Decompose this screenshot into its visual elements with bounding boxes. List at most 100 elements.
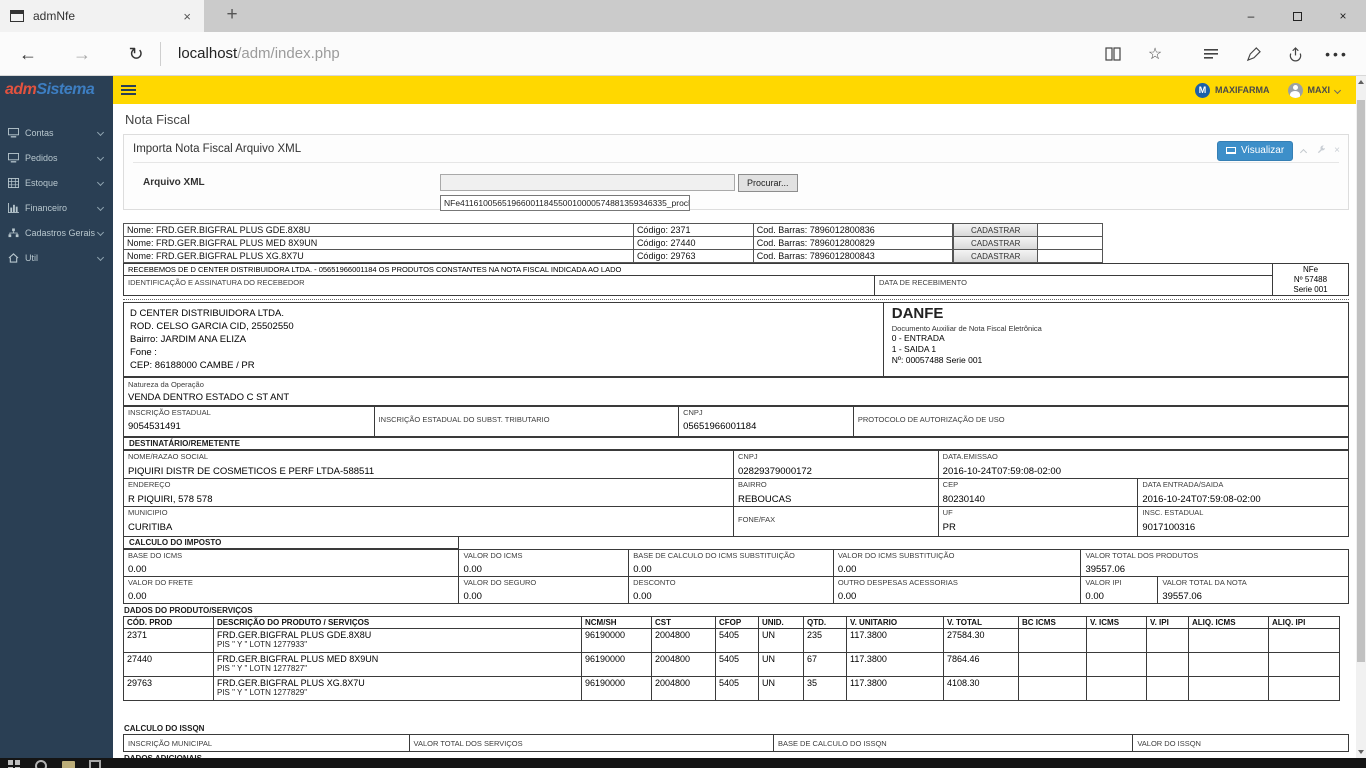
- dest-emissao-cell: DATA.EMISSAO 2016-10-24T07:59:08-02:00: [937, 451, 1348, 478]
- new-tab-button[interactable]: +: [212, 0, 252, 32]
- dest-municipio-cell: MUNICIPIO CURITIBA: [124, 507, 733, 536]
- more-options-icon[interactable]: •••: [1316, 32, 1358, 76]
- cnpj-cell: CNPJ 05651966001184: [678, 407, 853, 436]
- outras-despesas-cell: OUTRO DESPESAS ACESSORIAS 0.00: [832, 577, 1081, 603]
- addressbar-actions: ☆ •••: [1092, 32, 1358, 76]
- total-produtos-cell: VALOR TOTAL DOS PRODUTOS 39557.06: [1080, 550, 1348, 576]
- produto-vtotal: 7864.46: [943, 652, 1019, 677]
- cadastro-codigo: Código: 2371: [632, 224, 753, 236]
- cadastro-barras: Cod. Barras: 7896012800836: [752, 224, 953, 236]
- produto-cst: 2004800: [651, 628, 716, 653]
- file-explorer-icon[interactable]: [62, 760, 75, 768]
- topbar-right: M MAXIFARMA MAXI: [1195, 82, 1343, 98]
- url-field[interactable]: localhost/adm/index.php: [178, 32, 878, 76]
- web-note-icon[interactable]: [1232, 32, 1274, 76]
- scrollbar-thumb[interactable]: [1357, 100, 1365, 662]
- visualizar-button[interactable]: Visualizar: [1216, 141, 1294, 161]
- ie-subst-cell: INSCRIÇÃO ESTADUAL DO SUBST. TRIBUTARIO: [373, 407, 679, 436]
- dest-fone-cell: FONE/FAX: [732, 507, 938, 536]
- cadastro-nome: Nome: FRD.GER.BIGFRAL PLUS GDE.8X8U: [127, 225, 311, 235]
- base-icms-label: BASE DO ICMS: [128, 551, 183, 560]
- close-panel-icon[interactable]: ×: [1334, 146, 1340, 156]
- valor-ipi-cell: VALOR IPI 0.00: [1080, 577, 1157, 603]
- nfe-number-box: NFe Nº 57488 Serie 001: [1272, 264, 1348, 295]
- start-button-icon[interactable]: [8, 760, 21, 768]
- valor-icms-st-cell: VALOR DO ICMS SUBSTITUIÇÃO 0.00: [832, 550, 1081, 576]
- procurar-button[interactable]: Procurar...: [738, 174, 798, 192]
- sidebar-item-estoque[interactable]: Estoque: [0, 170, 113, 195]
- emitente-cep: CEP: 86188000 CAMBE / PR: [130, 360, 255, 371]
- scroll-down-arrow[interactable]: [1356, 746, 1366, 758]
- dest-emissao-label: DATA.EMISSAO: [942, 452, 998, 461]
- reading-view-icon[interactable]: [1092, 32, 1134, 76]
- imposto-header-row: CALCULO DO IMPOSTO: [123, 537, 1349, 549]
- produto-row: 27440 FRD.GER.BIGFRAL PLUS MED 8X9UN PIS …: [123, 652, 1340, 677]
- sidebar-item-cadastros-gerais[interactable]: Cadastros Gerais: [0, 220, 113, 245]
- taskbar-app-icon[interactable]: [89, 760, 102, 768]
- dest-uf-cell: UF PR: [937, 507, 1138, 536]
- cadastrar-button[interactable]: CADASTRAR: [953, 250, 1038, 262]
- produto-cod: 27440: [123, 652, 214, 677]
- produto-vicms: [1086, 652, 1147, 677]
- refresh-icon[interactable]: ↻: [116, 32, 156, 76]
- sidebar-item-financeiro[interactable]: Financeiro: [0, 195, 113, 220]
- file-input[interactable]: [440, 174, 735, 191]
- forward-icon[interactable]: →: [62, 32, 102, 76]
- tab-close-icon[interactable]: ×: [180, 9, 194, 24]
- base-icms-value: 0.00: [128, 564, 147, 575]
- table-icon: [8, 177, 19, 188]
- dest-municipio-value: CURITIBA: [128, 522, 173, 533]
- danfe-entrada: 0 - ENTRADA: [891, 333, 945, 343]
- org-chip[interactable]: M MAXIFARMA: [1195, 82, 1270, 98]
- produto-ncm: 96190000: [581, 676, 652, 701]
- back-icon[interactable]: ←: [8, 32, 48, 76]
- browser-tab[interactable]: admNfe ×: [0, 0, 204, 32]
- maximize-button[interactable]: [1274, 0, 1320, 32]
- windows-taskbar[interactable]: [0, 758, 1366, 768]
- col-header: ALIQ. IPI: [1268, 616, 1340, 629]
- sidebar-item-pedidos[interactable]: Pedidos: [0, 145, 113, 170]
- danfe-subtitle: Documento Auxiliar de Nota Fiscal Eletrô…: [891, 324, 1042, 333]
- visualizar-label: Visualizar: [1240, 145, 1285, 156]
- nfe-serie: Serie 001: [1293, 285, 1328, 294]
- cadastrar-button[interactable]: CADASTRAR: [953, 224, 1038, 236]
- cadastro-row: Nome: FRD.GER.BIGFRAL PLUS XG.8X7U Códig…: [124, 250, 1102, 263]
- favorites-star-icon[interactable]: ☆: [1134, 32, 1176, 76]
- taskbar-app-icon[interactable]: [35, 760, 48, 768]
- close-window-button[interactable]: ×: [1320, 0, 1366, 32]
- base-issqn-cell: BASE DE CALCULO DO ISSQN: [772, 735, 1132, 751]
- valor-icms-st-label: VALOR DO ICMS SUBSTITUIÇÃO: [837, 551, 955, 560]
- dest-cnpj-value: 02829379000172: [738, 466, 812, 477]
- user-menu[interactable]: MAXI: [1287, 82, 1343, 98]
- settings-wrench-icon[interactable]: [1316, 144, 1326, 158]
- share-icon[interactable]: [1274, 32, 1316, 76]
- dest-nome-label: NOME/RAZAO SOCIAL: [128, 452, 209, 461]
- sidebar-item-contas[interactable]: Contas: [0, 120, 113, 145]
- danfe-saida: 1 - SAIDA 1: [891, 344, 937, 354]
- emitente-nome: D CENTER DISTRIBUIDORA LTDA.: [130, 308, 284, 319]
- issqn-header: CALCULO DO ISSQN: [124, 724, 205, 733]
- produtos-header: DADOS DO PRODUTO/SERVIÇOS: [124, 606, 253, 615]
- protocolo-value: [858, 424, 1344, 435]
- arquivo-xml-label: Arquivo XML: [143, 177, 205, 188]
- cadastro-codigo: Código: 29763: [632, 250, 753, 262]
- sidebar-item-util[interactable]: Util: [0, 245, 113, 270]
- vertical-scrollbar[interactable]: [1356, 76, 1366, 758]
- url-host: localhost: [178, 45, 238, 62]
- destinatario-section: NOME/RAZAO SOCIAL PIQUIRI DISTR DE COSME…: [123, 450, 1349, 537]
- hub-icon[interactable]: [1190, 32, 1232, 76]
- cadastro-empty-cell: [1037, 250, 1102, 262]
- produto-aliq-ipi: [1268, 628, 1340, 653]
- total-produtos-value: 39557.06: [1085, 564, 1126, 575]
- dest-cep-value: 80230140: [942, 494, 985, 505]
- scroll-up-arrow[interactable]: [1356, 76, 1366, 88]
- produto-vipi: [1146, 676, 1189, 701]
- cadastrar-button[interactable]: CADASTRAR: [953, 237, 1038, 249]
- minimize-button[interactable]: –: [1228, 0, 1274, 32]
- collapse-icon[interactable]: [1300, 148, 1308, 157]
- dest-emissao-value: 2016-10-24T07:59:08-02:00: [942, 466, 1061, 477]
- hamburger-menu-icon[interactable]: [121, 83, 136, 97]
- cadastro-btn-cell: CADASTRAR: [952, 224, 1038, 236]
- perforation-line: [123, 296, 1349, 300]
- dest-endereco-label: ENDEREÇO: [128, 480, 171, 489]
